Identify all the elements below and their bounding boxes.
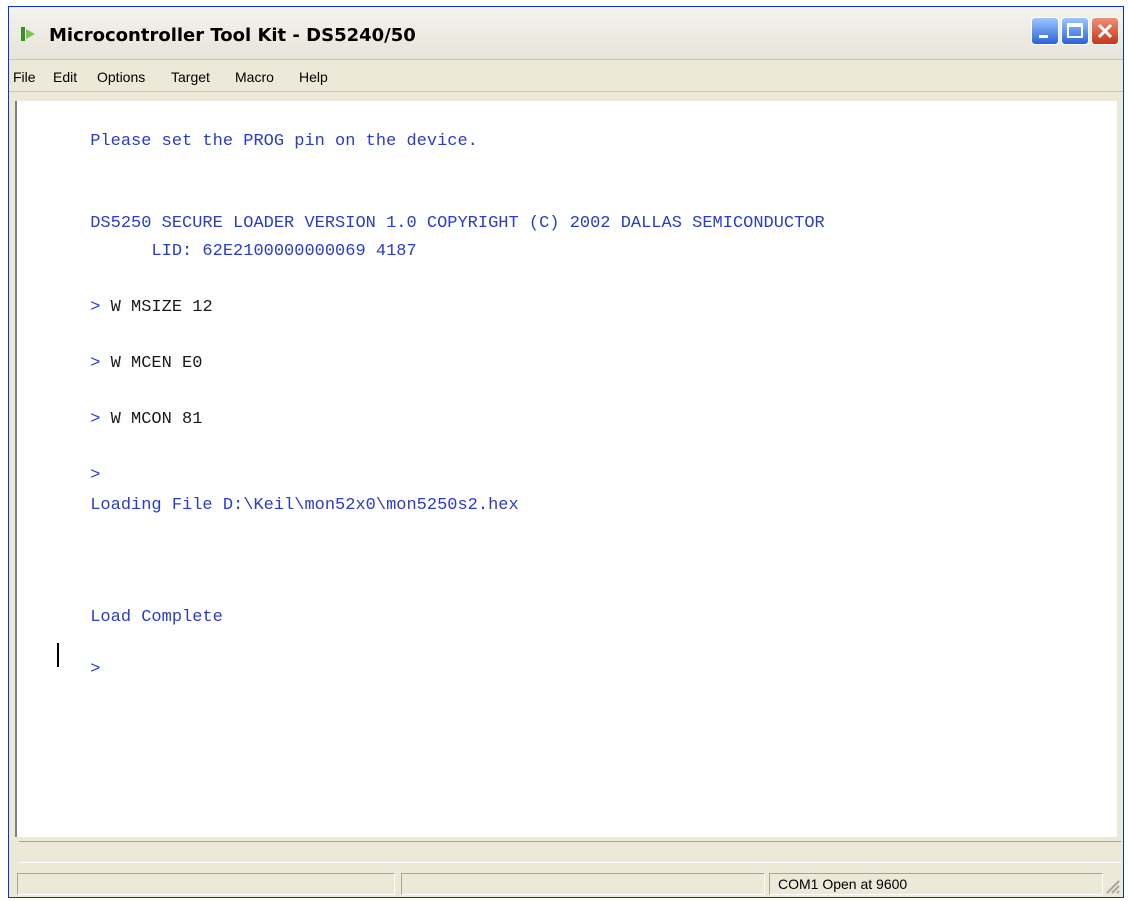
menu-bar: File Edit Options Target Macro Help (9, 65, 1123, 92)
status-pane-2 (401, 873, 765, 895)
title-bar[interactable]: Microcontroller Tool Kit - DS5240/50 (9, 7, 1123, 60)
maximize-icon (1067, 23, 1083, 38)
prompt-symbol: > (90, 660, 101, 679)
status-bar: COM1 Open at 9600 (15, 871, 1123, 897)
console-line: Load Complete (90, 608, 223, 627)
app-logo-icon (21, 27, 35, 41)
console-line: Loading File D:\Keil\mon52x0\mon5250s2.h… (90, 496, 519, 515)
menu-edit[interactable]: Edit (53, 69, 77, 85)
console-command-line: > W MCEN E0 (90, 354, 203, 373)
minimize-button[interactable] (1031, 17, 1059, 45)
resize-grip-icon[interactable] (1103, 877, 1121, 895)
window-title: Microcontroller Tool Kit - DS5240/50 (49, 25, 416, 46)
menu-help[interactable]: Help (299, 69, 328, 85)
console-command-line: > W MCON 81 (90, 410, 203, 429)
console-command-line: > W MSIZE 12 (90, 298, 213, 317)
menu-macro[interactable]: Macro (235, 69, 274, 85)
maximize-button[interactable] (1061, 17, 1089, 45)
close-icon (1097, 23, 1113, 39)
status-pane-1 (17, 873, 395, 895)
horizontal-scrollbar[interactable] (19, 841, 1121, 863)
menu-file[interactable]: File (13, 69, 36, 85)
menu-target[interactable]: Target (171, 69, 210, 85)
close-button[interactable] (1091, 17, 1119, 45)
status-pane-connection: COM1 Open at 9600 (769, 873, 1103, 895)
connection-status: COM1 Open at 9600 (778, 876, 908, 892)
console-command-line: > (29, 641, 100, 698)
prompt-symbol: > (90, 298, 101, 317)
prompt-symbol: > (90, 354, 101, 373)
text-caret (57, 643, 59, 667)
console-output[interactable]: Please set the PROG pin on the device. D… (15, 101, 1117, 837)
minimize-icon (1039, 35, 1048, 38)
console-line: Please set the PROG pin on the device. (90, 132, 478, 151)
prompt-symbol: > (90, 410, 101, 429)
console-line: LID: 62E2100000000069 4187 (90, 242, 417, 261)
menu-options[interactable]: Options (97, 69, 145, 85)
main-window: Microcontroller Tool Kit - DS5240/50 Fil… (8, 6, 1124, 898)
